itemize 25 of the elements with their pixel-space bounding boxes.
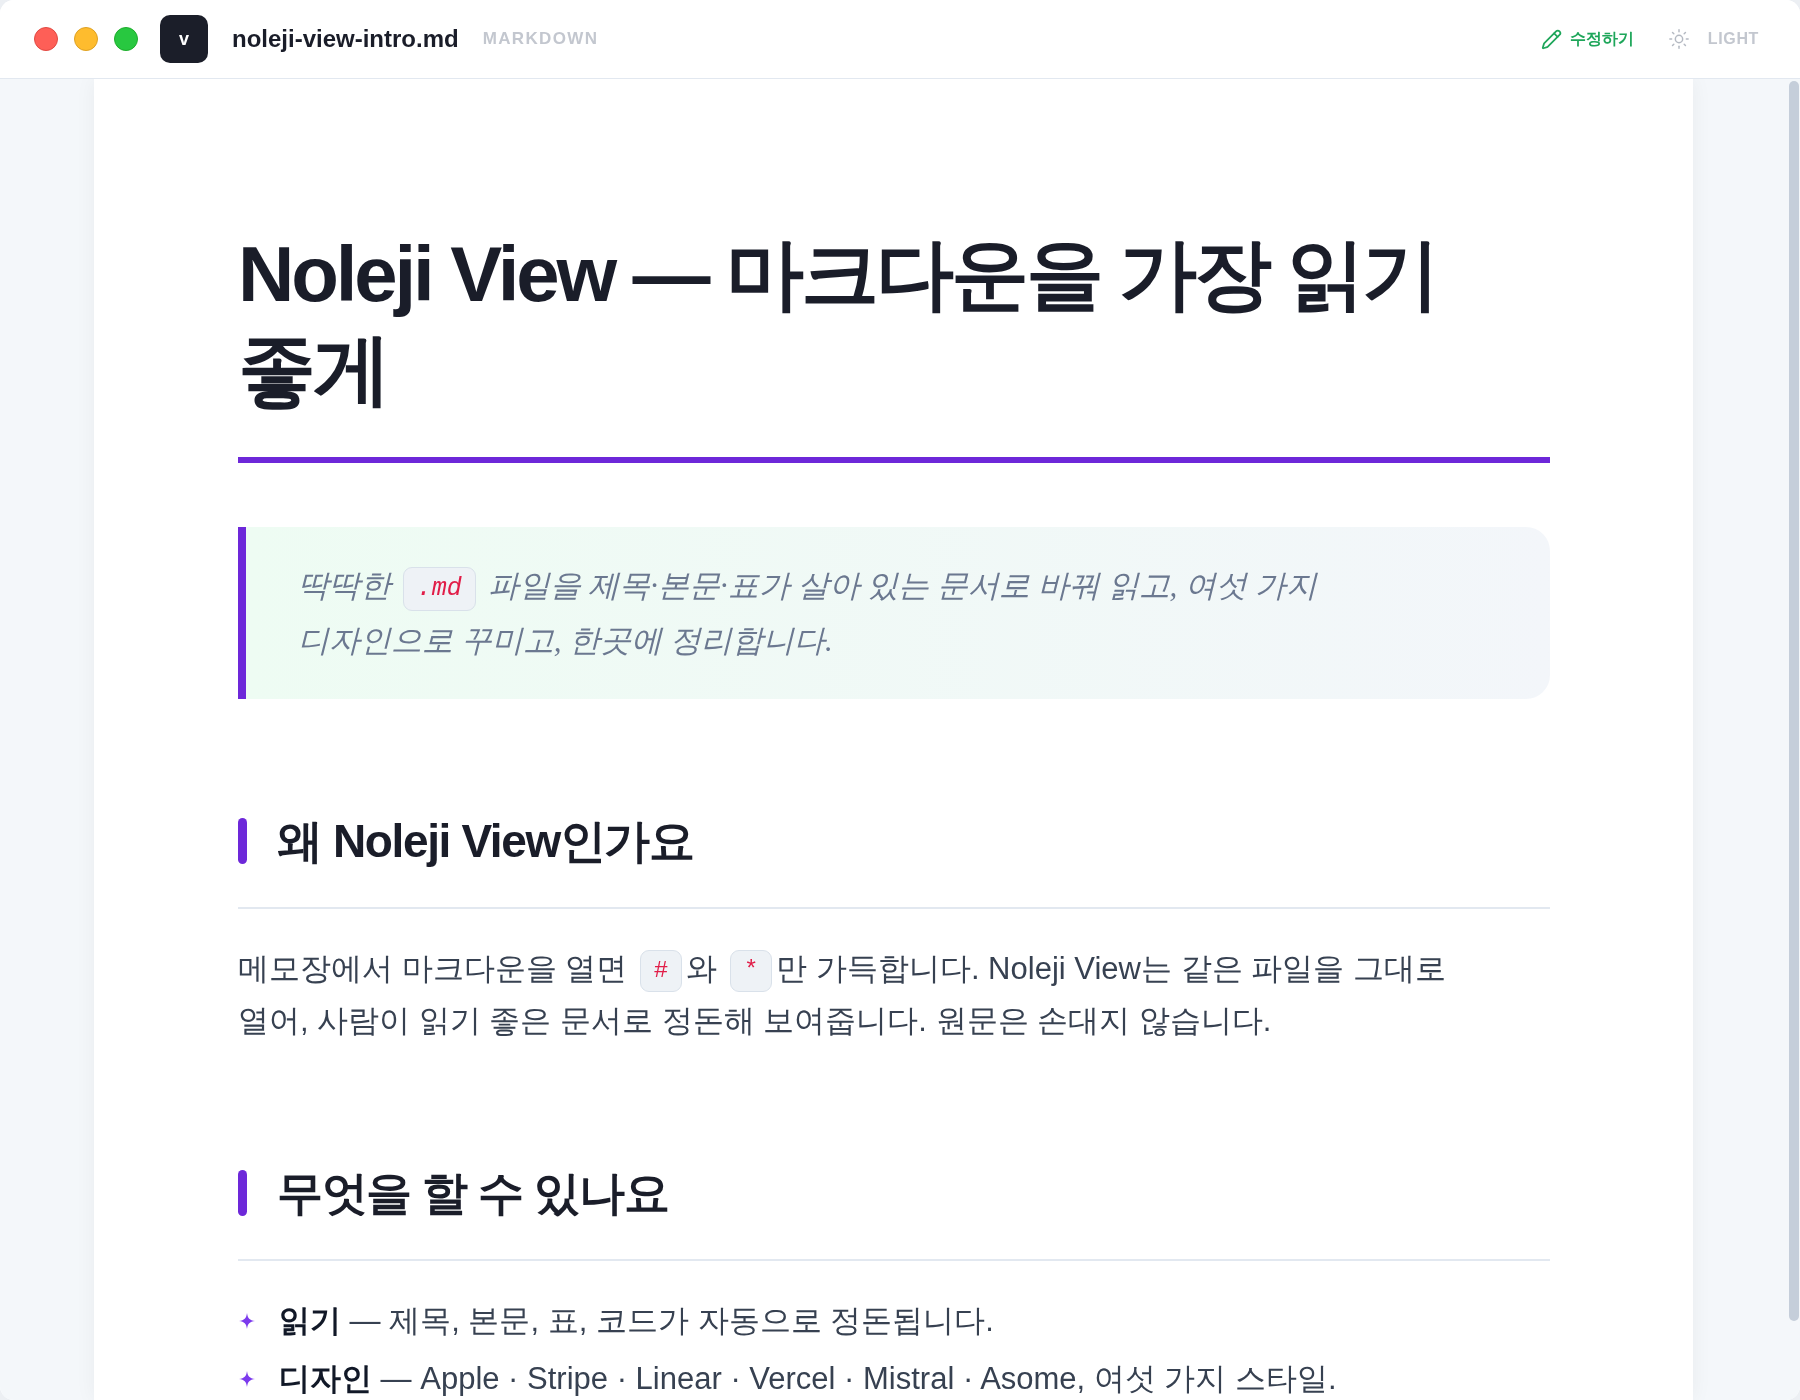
accent-bar-icon [238,1170,247,1216]
theme-toggle-button[interactable]: LIGHT [1667,27,1759,51]
summary-text: 딱딱한 .md 파일을 제목·본문·표가 살아 있는 문서로 바꿔 읽고, 여섯 가지 디자인으로 꾸미고, 한곳에 정리합니다. [298,565,1319,660]
minimize-window-icon[interactable] [74,27,98,51]
app-logo: v [160,15,208,63]
file-type-label: MARKDOWN [482,28,599,51]
list-item-text: 읽기 — 제목, 본문, 표, 코드가 자동으로 정돈됩니다. [279,1302,994,1340]
inline-code: .md [402,566,476,611]
document-title: Noleji View — 마크다운을 가장 읽기 좋게 [238,229,1439,415]
close-window-icon[interactable] [34,27,58,51]
pencil-icon [1540,28,1562,50]
sparkle-icon [239,1371,255,1387]
file-name: noleji-view-intro.md [232,24,459,54]
sun-icon [1667,28,1690,50]
paragraph-text: 메모장에서 마크다운을 열면 # 와 * 만 가득합니다. Noleji View는 같은 파일을 그대로 열어, 사람이 읽기 좋은 문서로 정돈해 보여줍니다. 원문은 손대지 않습니다. [238,948,1447,1040]
inline-code: * [729,949,773,992]
sparkle-icon [239,1313,255,1329]
zoom-window-icon[interactable] [114,27,138,51]
section-heading: 왜 Noleji View인가요 [277,814,694,869]
section-heading: 무엇을 할 수 있나요 [277,1166,669,1221]
inline-code: # [639,949,683,992]
accent-bar-icon [238,818,247,864]
edit-button[interactable]: 수정하기 [1540,27,1634,51]
scrollbar-thumb[interactable] [1789,81,1799,1321]
list-item-text: 디자인 — Apple · Stripe · Linear · Vercel · Mistral · Asome, 여섯 가지 스타일. [279,1360,1337,1398]
